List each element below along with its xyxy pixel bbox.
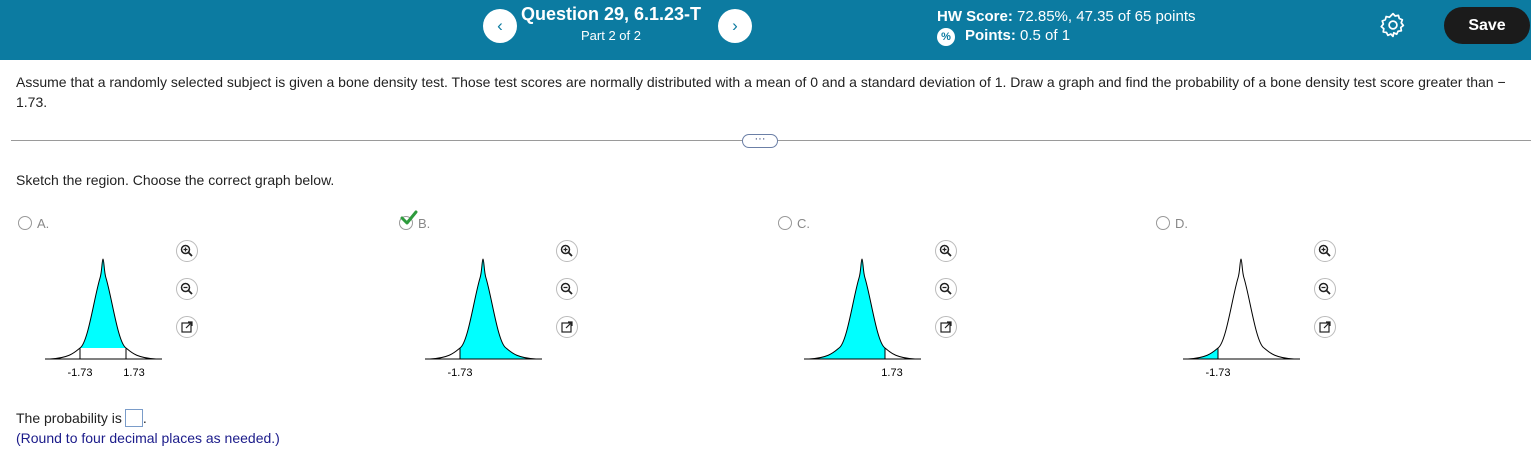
expand-more-button[interactable]: ···: [742, 134, 778, 148]
option-c-graph: 1.73: [804, 258, 921, 379]
probability-input[interactable]: [124, 409, 143, 427]
shaded-region: [809, 259, 885, 359]
points-label: Points:: [965, 27, 1016, 44]
answer-line: The probability is.: [16, 409, 147, 427]
points-text: Points: 0.5 of 1: [965, 27, 1070, 44]
popout-icon[interactable]: [556, 316, 578, 338]
chevron-right-icon: ›: [732, 16, 738, 35]
popout-icon[interactable]: [1314, 316, 1336, 338]
question-title: Question 29, 6.1.23-T: [520, 4, 702, 24]
question-part: Part 2 of 2: [581, 28, 641, 43]
option-d-label: D.: [1175, 216, 1188, 231]
check-icon: [400, 210, 418, 225]
popout-icon[interactable]: [176, 316, 198, 338]
rounding-hint: (Round to four decimal places as needed.…: [16, 430, 280, 446]
points-icon: %: [937, 28, 955, 46]
zoom-out-icon[interactable]: [1314, 278, 1336, 300]
zoom-in-icon[interactable]: [935, 240, 957, 262]
zoom-in-icon[interactable]: [556, 240, 578, 262]
shaded-region: [460, 259, 536, 359]
hw-score-value: 72.85%, 47.35 of 65 points: [1017, 8, 1196, 25]
zoom-out-icon[interactable]: [935, 278, 957, 300]
gear-icon[interactable]: [1380, 12, 1406, 38]
hw-score: HW Score: 72.85%, 47.35 of 65 points: [937, 8, 1196, 25]
tick-label: -1.73: [1205, 367, 1230, 379]
option-a-label: A.: [37, 216, 50, 231]
next-question-button[interactable]: ›: [718, 9, 752, 43]
hw-score-label: HW Score:: [937, 8, 1013, 25]
option-c-label: C.: [797, 216, 810, 231]
option-d-graph: -1.73: [1183, 258, 1300, 379]
zoom-out-icon[interactable]: [556, 278, 578, 300]
zoom-in-icon[interactable]: [1314, 240, 1336, 262]
option-b-graph: -1.73: [425, 258, 542, 379]
zoom-in-icon[interactable]: [176, 240, 198, 262]
popout-icon[interactable]: [935, 316, 957, 338]
points-value: 0.5 of 1: [1020, 27, 1071, 44]
shaded-region: [1188, 348, 1218, 359]
tick-label: -1.73: [447, 367, 472, 379]
zoom-out-icon[interactable]: [176, 278, 198, 300]
tick-label: -1.73: [67, 367, 92, 379]
option-a-radio[interactable]: [18, 216, 32, 230]
save-button[interactable]: Save: [1444, 7, 1530, 44]
graph-prompt: Sketch the region. Choose the correct gr…: [16, 172, 335, 188]
answer-prefix: The probability is: [16, 410, 122, 426]
question-text: Assume that a randomly selected subject …: [16, 74, 1506, 110]
normal-curve: [1187, 258, 1295, 360]
option-b-label: B.: [418, 216, 431, 231]
answer-suffix: .: [142, 410, 147, 426]
option-a-graph: -1.73 1.73: [45, 258, 162, 379]
top-bar: ‹ Question 29, 6.1.23-T Part 2 of 2 › HW…: [0, 0, 1531, 60]
option-d-radio[interactable]: [1156, 216, 1170, 230]
tick-label: 1.73: [123, 367, 144, 379]
option-c-radio[interactable]: [778, 216, 792, 230]
tick-label: 1.73: [881, 367, 902, 379]
